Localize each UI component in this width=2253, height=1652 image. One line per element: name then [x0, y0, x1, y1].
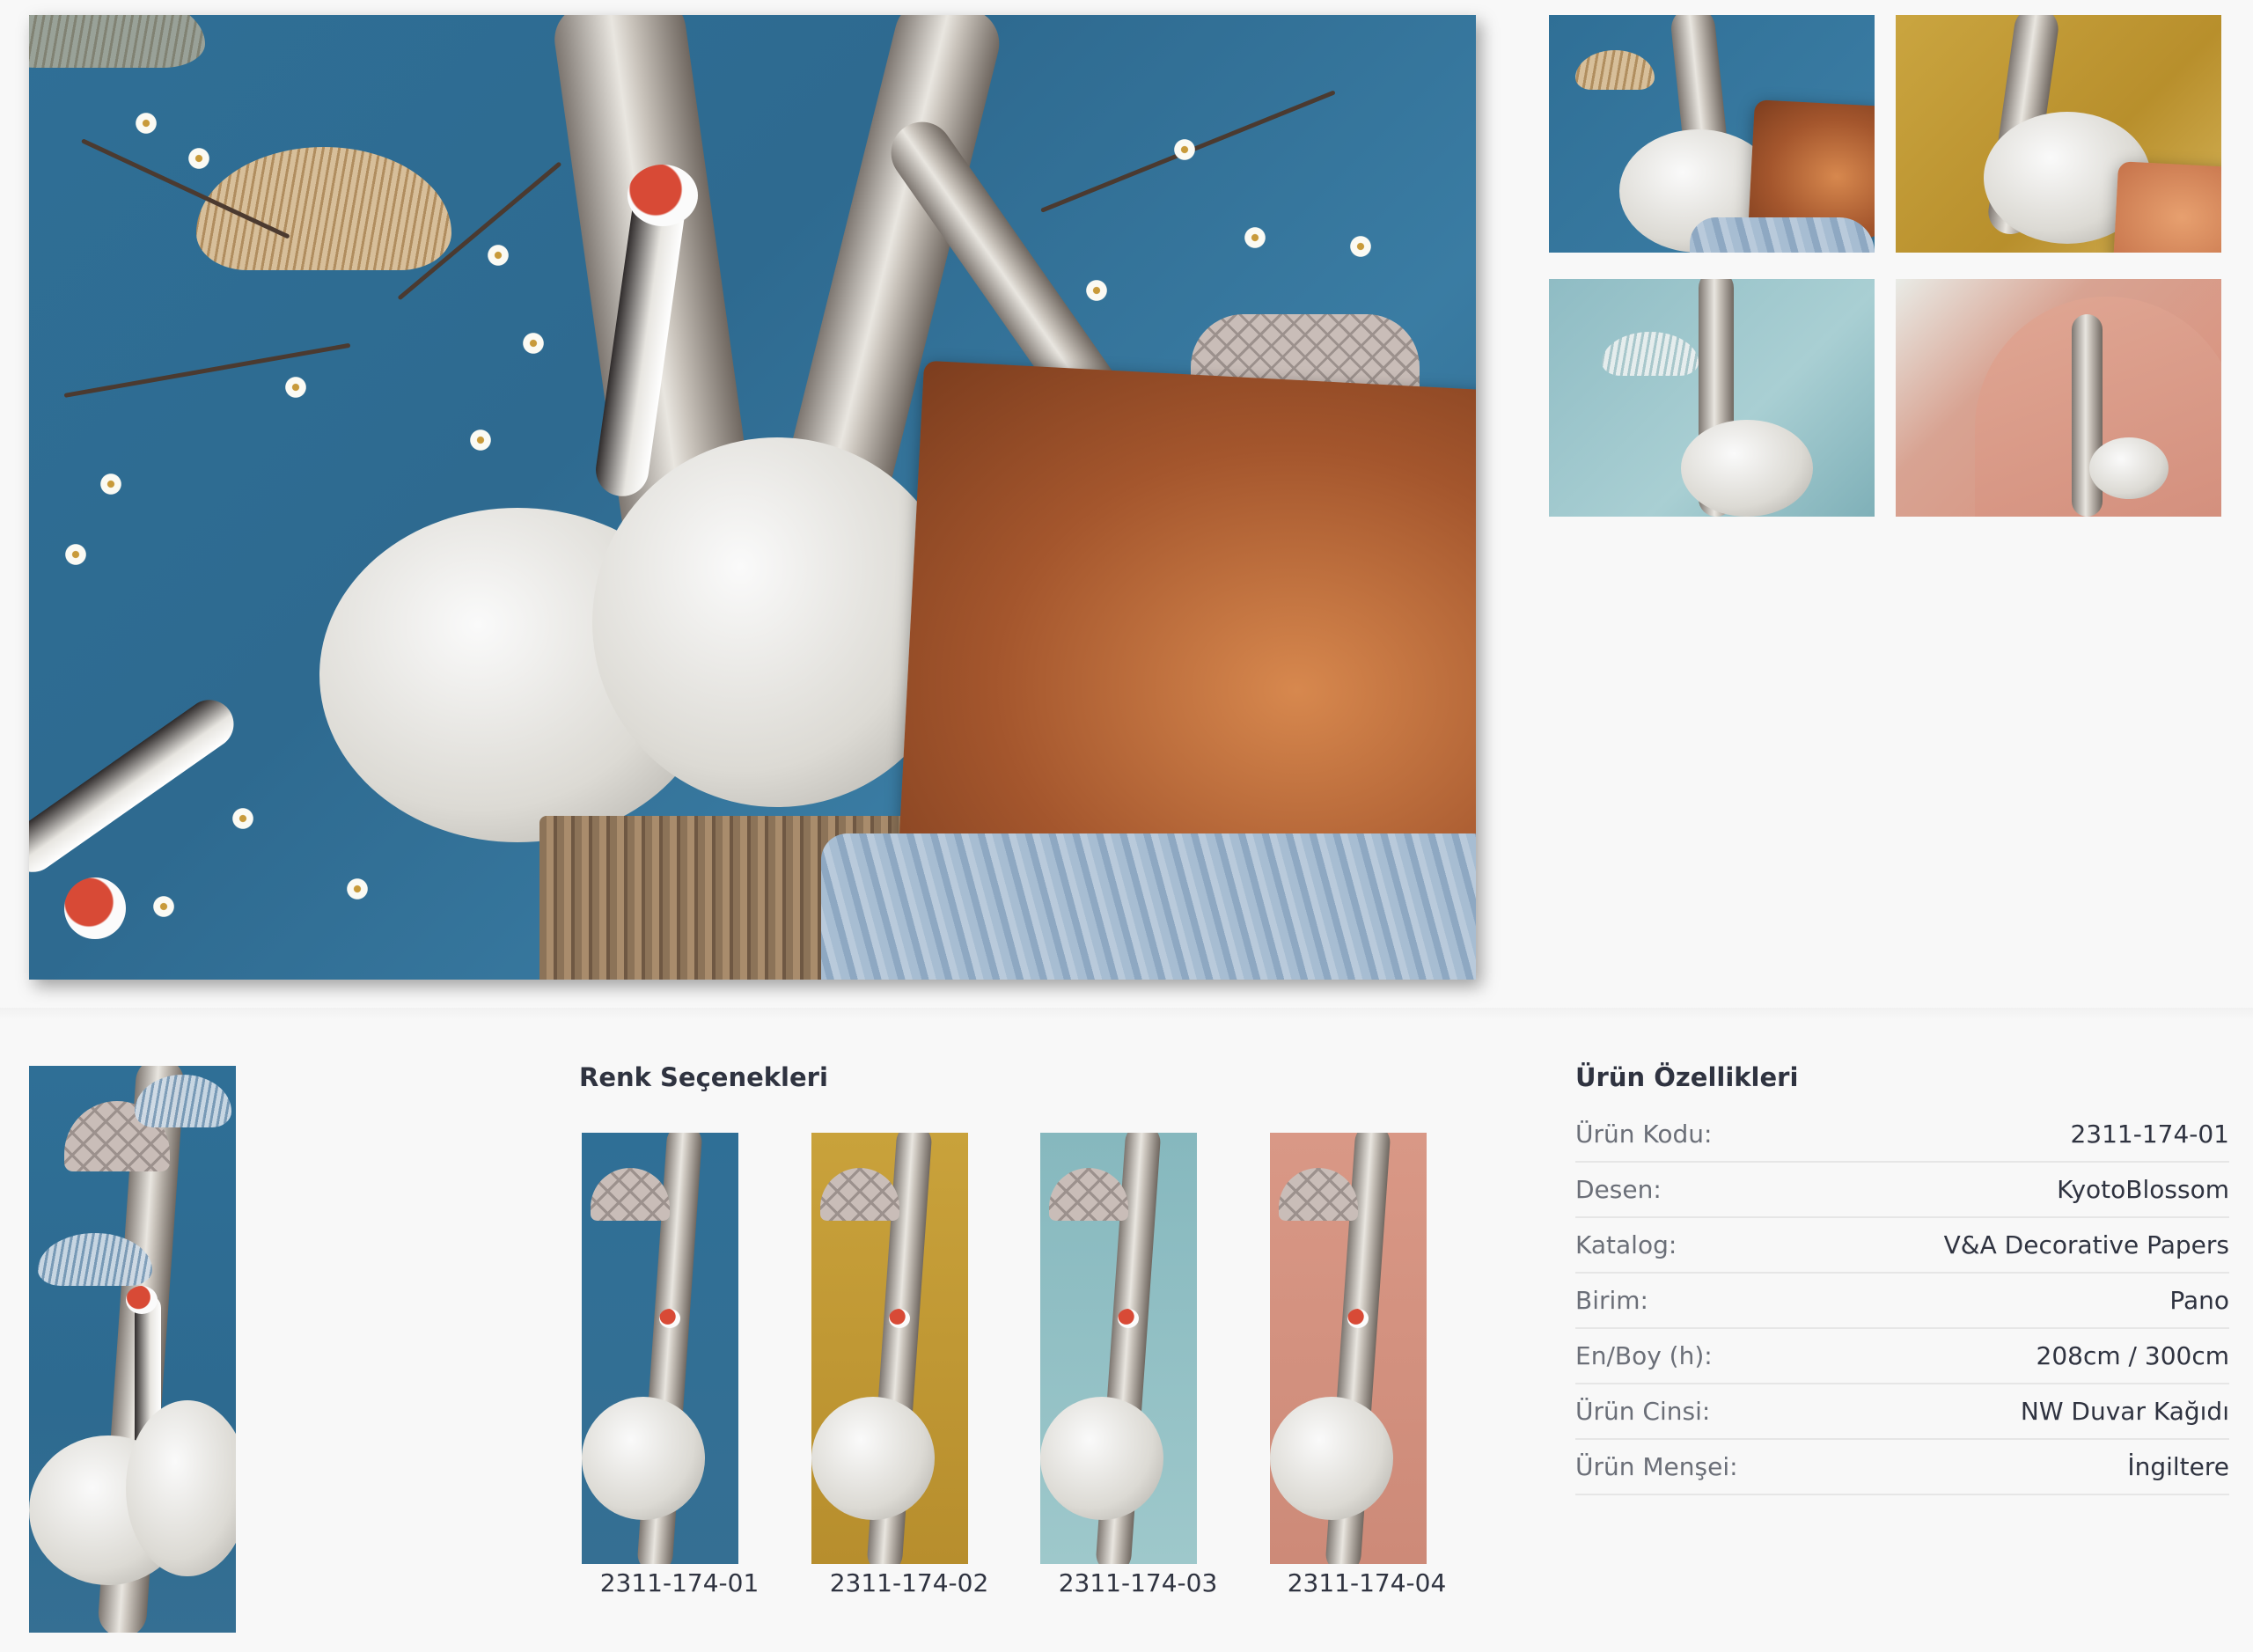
spec-label: Ürün Menşei: [1575, 1452, 1738, 1481]
crane-neck [29, 690, 244, 882]
blossom [469, 429, 492, 452]
crane-head [659, 1309, 680, 1328]
color-code-label[interactable]: 2311-174-02 [804, 1568, 1015, 1597]
spec-value: 208cm / 300cm [2036, 1341, 2229, 1370]
thumbnail-blue-room[interactable] [1549, 15, 1875, 253]
crane-head [1118, 1309, 1139, 1328]
blossom [1349, 235, 1372, 258]
thumbnail-pink-room[interactable] [1896, 279, 2221, 517]
spec-row-origin: Ürün Menşei: İngiltere [1575, 1440, 2229, 1495]
pine-cloud [1602, 332, 1699, 376]
blossom [1244, 226, 1266, 249]
thumbnail-aqua-room[interactable] [1549, 279, 1875, 517]
crane-body [582, 1397, 705, 1520]
spec-value: 2311-174-01 [2070, 1120, 2229, 1149]
blossom [487, 244, 510, 267]
pine-cloud [1575, 50, 1655, 90]
color-code-label[interactable]: 2311-174-01 [574, 1568, 785, 1597]
crane-head [64, 877, 126, 939]
crane-body [1681, 420, 1813, 517]
color-code-label[interactable]: 2311-174-04 [1261, 1568, 1472, 1597]
pine-cloud [29, 15, 205, 68]
spec-row-unit: Birim: Pano [1575, 1274, 2229, 1329]
lattice-cloud [1279, 1168, 1358, 1221]
crane-body [1270, 1397, 1393, 1520]
spec-label: En/Boy (h): [1575, 1341, 1713, 1370]
spec-row-product-code: Ürün Kodu: 2311-174-01 [1575, 1107, 2229, 1163]
spec-value: V&A Decorative Papers [1943, 1230, 2229, 1259]
spec-value: Pano [2169, 1286, 2229, 1315]
spec-label: Desen: [1575, 1175, 1662, 1204]
product-specs-title: Ürün Özellikleri [1575, 1062, 1799, 1092]
crane-body [1040, 1397, 1163, 1520]
blossom [152, 895, 175, 918]
blossom [346, 877, 369, 900]
thumbnail-yellow-room[interactable] [1896, 15, 2221, 253]
color-swatch-02[interactable] [811, 1133, 968, 1564]
color-code-label[interactable]: 2311-174-03 [1032, 1568, 1244, 1597]
spec-row-type: Ürün Cinsi: NW Duvar Kağıdı [1575, 1384, 2229, 1440]
section-divider [0, 1008, 2253, 1020]
main-product-image[interactable] [29, 15, 1476, 980]
crane-head [889, 1309, 910, 1328]
lattice-cloud [1049, 1168, 1128, 1221]
color-options-title: Renk Seçenekleri [579, 1062, 828, 1092]
color-swatch-04[interactable] [1270, 1133, 1427, 1564]
crane-body [2089, 437, 2169, 499]
spec-value: KyotoBlossom [2057, 1175, 2229, 1204]
blossom [99, 473, 122, 496]
blossom [1173, 138, 1196, 161]
lattice-cloud [820, 1168, 899, 1221]
blanket [821, 833, 1476, 980]
blossom [284, 376, 307, 399]
spec-value: NW Duvar Kağıdı [2020, 1397, 2229, 1426]
spec-label: Ürün Kodu: [1575, 1120, 1713, 1149]
twig [63, 342, 351, 398]
spec-label: Ürün Cinsi: [1575, 1397, 1711, 1426]
blossom [64, 543, 87, 566]
chair [2112, 161, 2221, 253]
blanket [1690, 217, 1875, 253]
panel-preview-image[interactable] [29, 1066, 236, 1633]
lattice-cloud [591, 1168, 670, 1221]
blossom [522, 332, 545, 355]
spec-row-pattern: Desen: KyotoBlossom [1575, 1163, 2229, 1218]
crane-head [1347, 1309, 1369, 1328]
product-specs-table: Ürün Kodu: 2311-174-01 Desen: KyotoBloss… [1575, 1107, 2229, 1495]
color-swatch-03[interactable] [1040, 1133, 1197, 1564]
spec-value: İngiltere [2127, 1452, 2229, 1481]
crane-body [811, 1397, 935, 1520]
crane-head [627, 165, 698, 226]
blossom [1085, 279, 1108, 302]
blossom [231, 807, 254, 830]
spec-row-catalog: Katalog: V&A Decorative Papers [1575, 1218, 2229, 1274]
spec-row-dimensions: En/Boy (h): 208cm / 300cm [1575, 1329, 2229, 1384]
spec-label: Birim: [1575, 1286, 1648, 1315]
color-swatch-01[interactable] [582, 1133, 738, 1564]
crane-head [126, 1286, 158, 1314]
spec-label: Katalog: [1575, 1230, 1677, 1259]
blossom [135, 112, 158, 135]
blossom [187, 147, 210, 170]
